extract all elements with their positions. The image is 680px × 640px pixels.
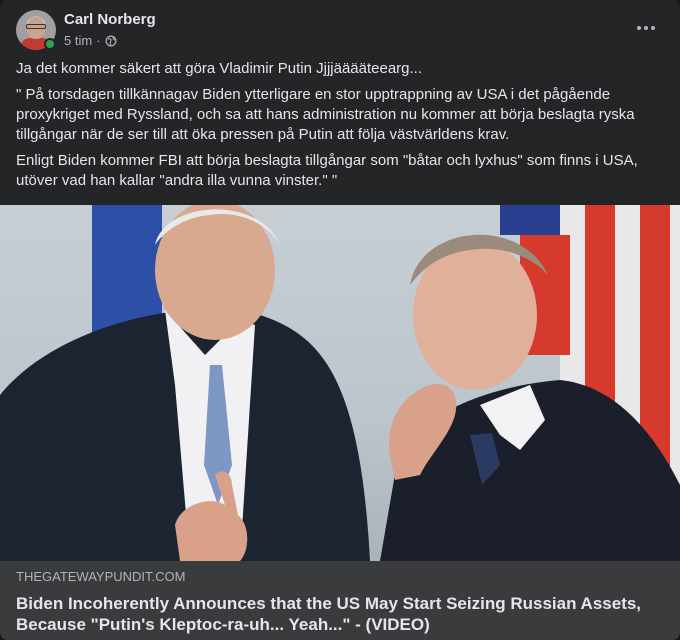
- post-header: Carl Norberg 5 tim ·: [16, 10, 664, 54]
- post-paragraph: Enligt Biden kommer FBI att börja beslag…: [16, 152, 638, 189]
- link-preview[interactable]: THEGATEWAYPUNDIT.COM Biden Incoherently …: [0, 561, 680, 640]
- post-paragraph: Ja det kommer säkert att göra Vladimir P…: [16, 60, 423, 77]
- author-avatar[interactable]: [16, 10, 56, 50]
- post-paragraph: " På torsdagen tillkännagav Biden ytterl…: [16, 86, 635, 143]
- post-text: Ja det kommer säkert att göra Vladimir P…: [16, 59, 656, 197]
- link-domain: THEGATEWAYPUNDIT.COM: [16, 569, 186, 584]
- link-preview-image[interactable]: [0, 205, 680, 561]
- author-name[interactable]: Carl Norberg: [64, 11, 156, 28]
- link-title[interactable]: Biden Incoherently Announces that the US…: [16, 593, 664, 635]
- more-options-button[interactable]: [628, 16, 664, 40]
- meta-separator: ·: [96, 33, 101, 48]
- post-timestamp[interactable]: 5 tim: [64, 33, 92, 48]
- globe-icon[interactable]: [105, 35, 117, 47]
- feed-post: Carl Norberg 5 tim · Ja det kommer säker…: [0, 0, 680, 640]
- post-meta: 5 tim ·: [64, 33, 117, 48]
- online-status-dot: [44, 38, 56, 50]
- photo-two-men-illustration: [0, 205, 680, 561]
